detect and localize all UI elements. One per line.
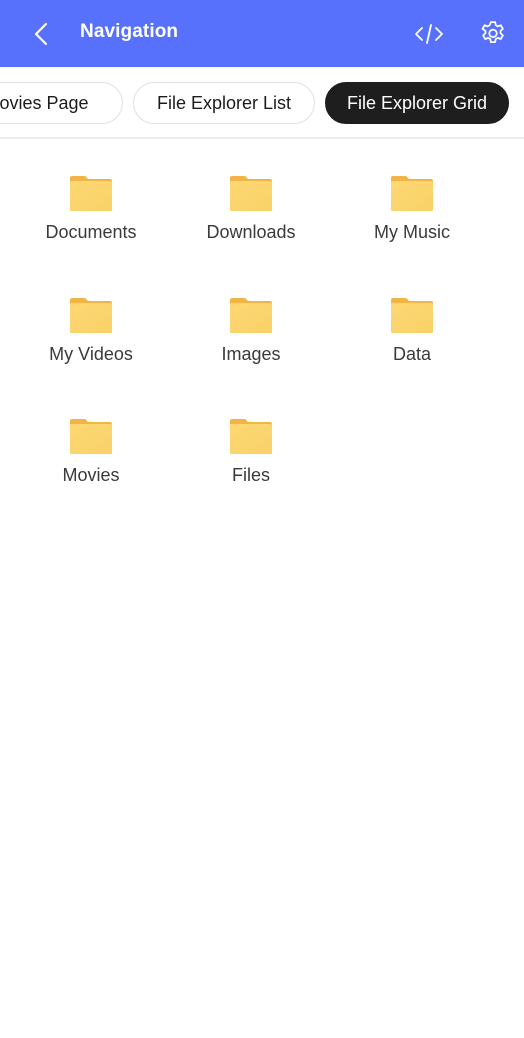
folder-name: Data xyxy=(392,343,432,364)
gear-icon xyxy=(481,21,504,43)
folder-item[interactable]: Movies xyxy=(16,383,166,493)
folder-icon xyxy=(230,176,272,211)
folder-name: Images xyxy=(221,343,281,364)
folder-name: My Music xyxy=(374,222,450,242)
folder-name: Documents xyxy=(45,222,137,242)
folder-icon xyxy=(230,419,272,454)
tab-file-explorer-grid[interactable]: File Explorer Grid xyxy=(325,82,509,124)
chevron-left-icon xyxy=(34,22,48,46)
tab-bar: Movies Page File Explorer List File Expl… xyxy=(0,67,524,139)
folder-item[interactable]: My Music xyxy=(337,140,487,250)
folder-item[interactable]: Documents xyxy=(16,140,166,250)
folder-icon xyxy=(70,176,112,211)
folder-name: Movies xyxy=(62,465,120,485)
folder-item[interactable]: Downloads xyxy=(176,140,326,250)
folder-name: Downloads xyxy=(206,222,296,242)
tab-movies-page[interactable]: Movies Page xyxy=(0,82,123,124)
app-bar: Navigation xyxy=(0,0,524,67)
folder-name: Files xyxy=(231,465,270,485)
folder-item[interactable]: Files xyxy=(176,383,326,493)
folder-item[interactable]: Data xyxy=(337,262,487,372)
folder-icon xyxy=(230,297,272,333)
tab-file-explorer-list[interactable]: File Explorer List xyxy=(133,82,315,124)
code-icon xyxy=(415,24,443,44)
settings-button[interactable] xyxy=(478,19,508,49)
folder-icon xyxy=(391,297,433,333)
back-button[interactable] xyxy=(28,18,56,50)
folder-name: My Videos xyxy=(49,343,133,364)
folder-icon xyxy=(70,419,112,454)
folder-item[interactable]: My Videos xyxy=(16,262,166,372)
folder-item[interactable]: Images xyxy=(176,262,326,372)
folder-icon xyxy=(70,297,112,333)
folder-icon xyxy=(391,176,433,211)
view-code-button[interactable] xyxy=(412,20,446,48)
page-title: Navigation xyxy=(80,21,179,42)
